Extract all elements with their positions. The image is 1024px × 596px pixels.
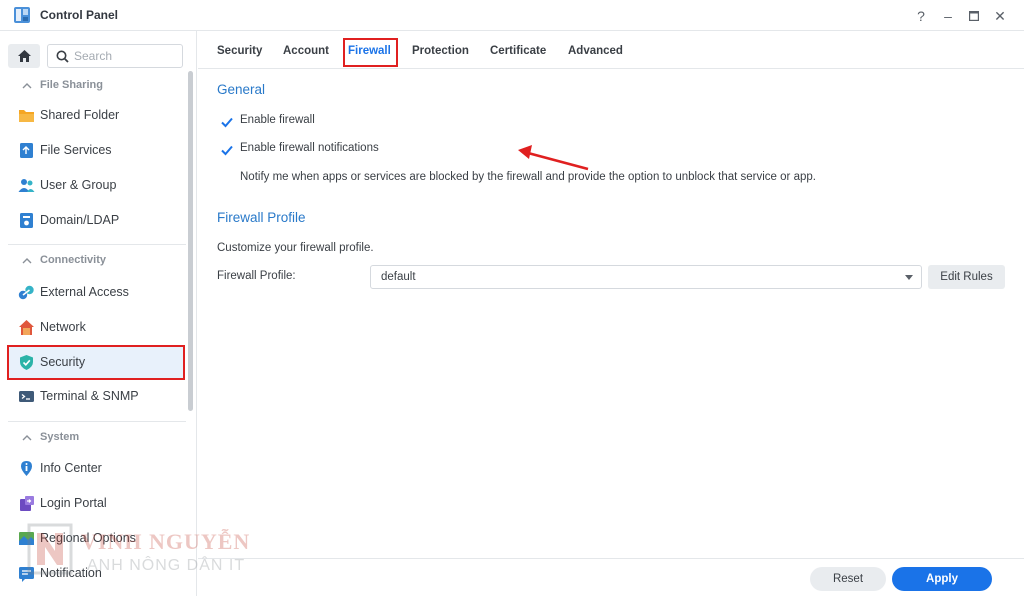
reset-button[interactable]: Reset	[810, 567, 886, 591]
checkmark-icon	[221, 117, 233, 128]
window-title: Control Panel	[40, 8, 119, 22]
firewall-profile-value: default	[381, 271, 416, 283]
sidebar-item-login-portal[interactable]: Login Portal	[8, 487, 184, 520]
chevron-up-icon	[22, 83, 32, 89]
control-panel-icon	[14, 7, 30, 23]
group-connectivity[interactable]: Connectivity	[8, 244, 186, 274]
sidebar-item-domain-ldap[interactable]: Domain/LDAP	[8, 204, 184, 237]
profile-description: Customize your firewall profile.	[217, 242, 374, 254]
section-title-general: General	[217, 82, 266, 97]
sidebar-item-external-access[interactable]: External Access	[8, 276, 184, 309]
sidebar-item-file-services[interactable]: File Services	[8, 134, 184, 167]
sidebar-item-regional-options[interactable]: Regional Options	[8, 522, 184, 555]
sidebar-item-shared-folder[interactable]: Shared Folder	[8, 99, 184, 132]
section-title-firewall-profile: Firewall Profile	[217, 210, 306, 225]
group-system[interactable]: System	[8, 421, 186, 451]
sidebar-scrollbar[interactable]	[188, 71, 193, 411]
tab-advanced[interactable]: Advanced	[568, 45, 623, 57]
minimize-button[interactable]: –	[938, 6, 958, 26]
chevron-up-icon	[22, 435, 32, 441]
tab-security[interactable]: Security	[217, 45, 262, 57]
users-icon	[18, 179, 35, 192]
main-panel: Security Account Firewall Protection Cer…	[198, 31, 1024, 596]
tab-bar: Security Account Firewall Protection Cer…	[198, 31, 1024, 69]
home-icon	[17, 50, 31, 62]
file-services-icon	[20, 143, 33, 158]
sidebar-item-terminal-snmp[interactable]: Terminal & SNMP	[8, 380, 184, 413]
login-portal-icon	[20, 496, 34, 511]
sidebar-item-network[interactable]: Network	[8, 311, 184, 344]
external-access-icon	[18, 285, 34, 300]
sidebar: File Sharing Shared Folder File Services…	[0, 31, 197, 596]
tab-protection[interactable]: Protection	[412, 45, 469, 57]
red-arrow-annotation	[518, 145, 589, 171]
close-button[interactable]: ✕	[990, 6, 1010, 26]
title-bar: Control Panel ? – ✕	[0, 0, 1024, 31]
maximize-icon	[968, 10, 980, 22]
apply-button[interactable]: Apply	[892, 567, 992, 591]
dropdown-caret-icon	[905, 275, 913, 280]
sidebar-item-notification[interactable]: Notification	[8, 557, 184, 590]
notification-icon	[19, 567, 34, 582]
maximize-button[interactable]	[964, 6, 984, 26]
edit-rules-button[interactable]: Edit Rules	[928, 265, 1005, 289]
regional-options-icon	[19, 532, 34, 545]
network-home-icon	[19, 320, 34, 335]
terminal-icon	[19, 391, 34, 402]
firewall-profile-label: Firewall Profile:	[217, 270, 296, 282]
search-box[interactable]	[47, 44, 183, 68]
search-input[interactable]	[74, 48, 174, 64]
home-button[interactable]	[8, 44, 40, 68]
domain-icon	[20, 213, 33, 228]
footer-bar: Reset Apply	[198, 558, 1024, 596]
tab-account[interactable]: Account	[283, 45, 329, 57]
folder-icon	[19, 110, 34, 122]
tab-certificate[interactable]: Certificate	[490, 45, 546, 57]
help-button[interactable]: ?	[911, 6, 931, 26]
firewall-tab-highlight	[343, 38, 398, 67]
sidebar-item-security[interactable]: Security	[7, 345, 185, 380]
info-icon	[21, 461, 32, 476]
chevron-up-icon	[22, 258, 32, 264]
enable-firewall-notifications-checkbox[interactable]: Enable firewall notifications	[220, 142, 410, 158]
sidebar-item-user-group[interactable]: User & Group	[8, 169, 184, 202]
sidebar-item-info-center[interactable]: Info Center	[8, 452, 184, 485]
checkmark-icon	[221, 145, 233, 156]
firewall-profile-select[interactable]: default	[370, 265, 922, 289]
enable-firewall-checkbox[interactable]: Enable firewall	[220, 114, 340, 130]
shield-icon	[20, 355, 33, 370]
search-icon	[56, 50, 69, 63]
group-file-sharing[interactable]: File Sharing	[8, 70, 186, 100]
